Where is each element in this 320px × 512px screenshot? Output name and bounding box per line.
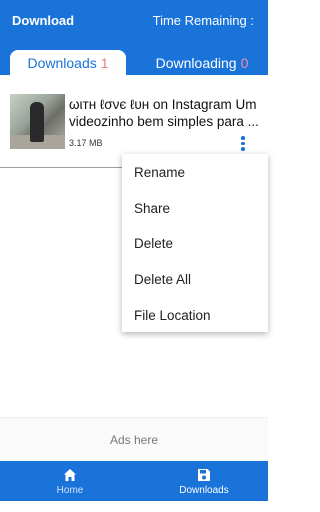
tab-downloads[interactable]: Downloads 1 <box>10 50 126 75</box>
ad-banner[interactable]: Ads here <box>0 417 268 462</box>
menu-item-delete-all[interactable]: Delete All <box>134 272 191 287</box>
more-vert-icon[interactable] <box>240 136 246 154</box>
nav-downloads[interactable]: Downloads <box>140 461 268 501</box>
home-icon <box>64 469 76 481</box>
app-title: Download <box>12 13 75 28</box>
nav-home[interactable]: Home <box>0 461 140 501</box>
menu-item-delete[interactable]: Delete <box>134 236 173 251</box>
download-title: ωιтн ℓσνє ℓυн on Instagram Um videozinho… <box>69 97 259 129</box>
tab-downloading-count: 0 <box>240 55 249 71</box>
menu-item-rename[interactable]: Rename <box>134 165 185 180</box>
time-remaining-label: Time Remaining : <box>152 13 254 28</box>
nav-downloads-label: Downloads <box>179 485 229 496</box>
tab-downloading[interactable]: Downloading 0 <box>146 50 258 75</box>
bottom-navigation: Home Downloads <box>0 461 268 501</box>
thumbnail-figure <box>30 102 44 142</box>
file-size: 3.17 MB <box>69 138 103 148</box>
tab-downloading-label: Downloading <box>155 55 237 71</box>
context-menu: Rename Share Delete Delete All File Loca… <box>122 154 268 332</box>
menu-item-file-location[interactable]: File Location <box>134 308 211 323</box>
menu-item-share[interactable]: Share <box>134 201 170 216</box>
app-header: Download Time Remaining : Downloads 1 Dow… <box>0 0 268 75</box>
list-divider <box>0 167 122 168</box>
tab-downloads-count: 1 <box>100 55 109 71</box>
bottom-strip <box>0 501 268 512</box>
save-icon <box>198 469 210 481</box>
nav-home-label: Home <box>56 485 84 496</box>
tab-downloads-label: Downloads <box>27 55 97 71</box>
video-thumbnail[interactable] <box>10 94 65 149</box>
